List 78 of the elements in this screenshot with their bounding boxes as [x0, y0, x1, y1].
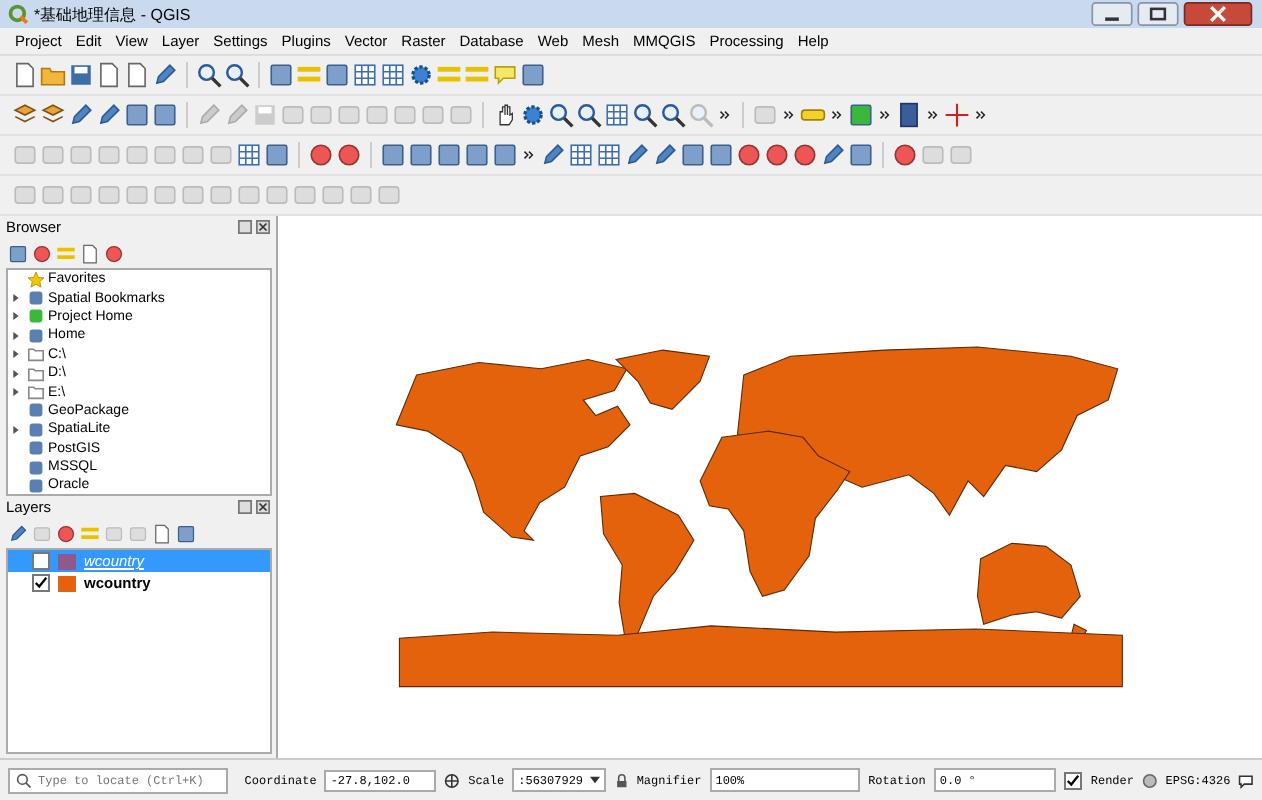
square-icon[interactable]	[436, 142, 462, 168]
close-panel-icon[interactable]	[256, 220, 270, 234]
grid-icon[interactable]	[596, 142, 622, 168]
square-icon[interactable]	[520, 62, 546, 88]
visibility-checkbox[interactable]	[32, 574, 50, 592]
grid-icon[interactable]	[568, 142, 594, 168]
maximize-button[interactable]	[1136, 2, 1180, 26]
search-icon[interactable]	[224, 62, 250, 88]
expand-arrow-icon[interactable]	[12, 369, 20, 378]
search-icon[interactable]	[632, 102, 658, 128]
square-icon[interactable]	[680, 142, 706, 168]
grid-icon[interactable]	[236, 142, 262, 168]
q-logo-icon	[8, 4, 28, 24]
grid-icon[interactable]	[604, 102, 630, 128]
speech-bubble-icon[interactable]	[1238, 771, 1254, 789]
square-icon[interactable]	[708, 142, 734, 168]
star-icon	[28, 271, 44, 288]
square-icon[interactable]	[176, 523, 196, 543]
square-icon[interactable]	[268, 62, 294, 88]
pencil-icon[interactable]	[96, 102, 122, 128]
circle-icon[interactable]	[892, 142, 918, 168]
search-icon[interactable]	[576, 102, 602, 128]
window-title: *基础地理信息 - QGIS	[34, 3, 193, 25]
expand-arrow-icon[interactable]	[12, 350, 20, 359]
document-icon[interactable]	[12, 62, 38, 88]
circle-icon[interactable]	[792, 142, 818, 168]
close-button[interactable]	[1182, 2, 1254, 26]
expand-arrow-icon[interactable]	[12, 331, 20, 340]
pencil-icon[interactable]	[68, 102, 94, 128]
square-icon[interactable]	[264, 142, 290, 168]
pencil-icon[interactable]	[652, 142, 678, 168]
document-icon[interactable]	[152, 523, 172, 543]
minimize-button[interactable]	[1090, 2, 1134, 26]
render-checkbox[interactable]	[1064, 771, 1083, 789]
grid-icon[interactable]	[352, 62, 378, 88]
pencil-icon[interactable]	[540, 142, 566, 168]
crosshair-icon[interactable]	[944, 102, 970, 128]
circle-icon[interactable]	[32, 243, 52, 263]
square-icon[interactable]	[124, 102, 150, 128]
layers-icon[interactable]	[12, 102, 38, 128]
document-icon[interactable]	[124, 62, 150, 88]
search-icon	[16, 771, 33, 789]
square-icon[interactable]	[8, 243, 28, 263]
search-icon[interactable]	[548, 102, 574, 128]
layers-icon[interactable]	[40, 102, 66, 128]
grid-icon[interactable]	[380, 62, 406, 88]
pencil-icon[interactable]	[624, 142, 650, 168]
circle-icon[interactable]	[736, 142, 762, 168]
visibility-checkbox[interactable]	[32, 552, 50, 570]
square-icon[interactable]	[464, 142, 490, 168]
circle-icon[interactable]	[56, 523, 76, 543]
square-icon[interactable]	[324, 62, 350, 88]
search-icon[interactable]	[660, 102, 686, 128]
square-icon[interactable]	[380, 142, 406, 168]
square-icon[interactable]	[848, 102, 874, 128]
gear-icon[interactable]	[520, 102, 546, 128]
pencil-icon[interactable]	[152, 62, 178, 88]
circle-icon[interactable]	[308, 142, 334, 168]
square-icon[interactable]	[152, 102, 178, 128]
document-icon[interactable]	[80, 243, 100, 263]
search-icon[interactable]	[196, 62, 222, 88]
expand-arrow-icon[interactable]	[12, 425, 20, 434]
lock-icon[interactable]	[613, 771, 629, 789]
close-panel-icon[interactable]	[256, 500, 270, 514]
book-icon[interactable]	[896, 102, 922, 128]
pencil-icon[interactable]	[820, 142, 846, 168]
folder-icon[interactable]	[40, 62, 66, 88]
expand-arrow-icon[interactable]	[12, 388, 20, 397]
square-icon[interactable]	[848, 142, 874, 168]
pencil-icon[interactable]	[8, 523, 28, 543]
gear-icon[interactable]	[408, 62, 434, 88]
circle-icon[interactable]	[336, 142, 362, 168]
document-icon[interactable]	[96, 62, 122, 88]
dropdown-arrow-icon	[589, 776, 600, 784]
circle-icon[interactable]	[764, 142, 790, 168]
circle-icon[interactable]	[104, 243, 124, 263]
square-icon[interactable]	[408, 142, 434, 168]
square-icon[interactable]	[492, 142, 518, 168]
